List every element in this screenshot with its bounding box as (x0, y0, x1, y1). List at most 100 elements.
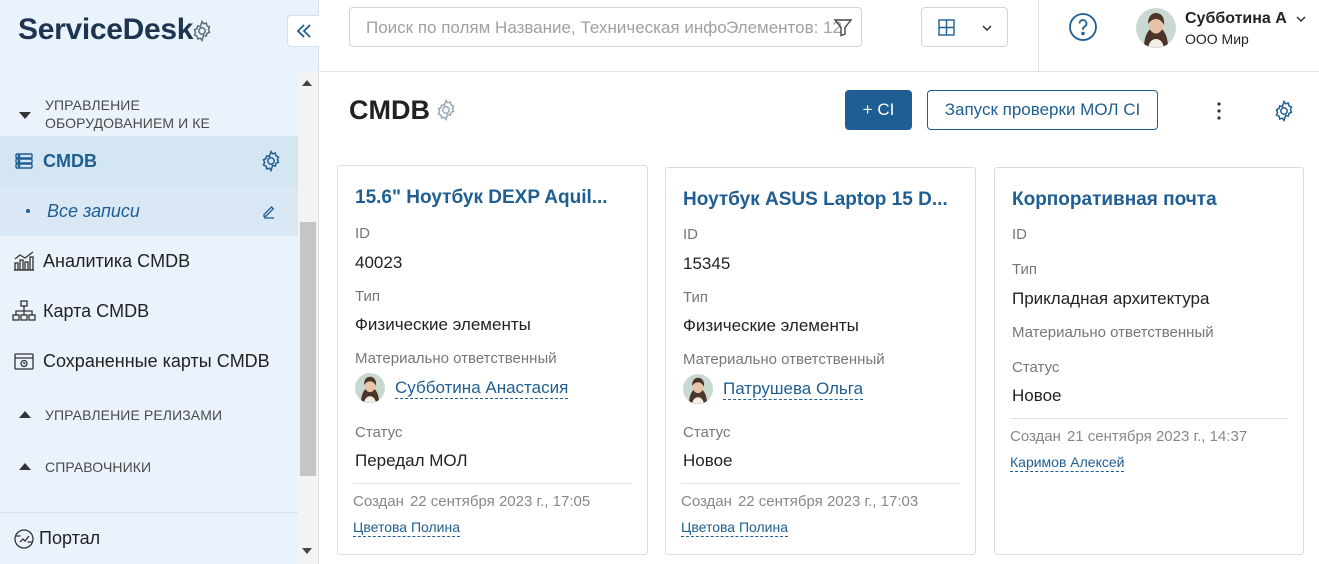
created-info: Создан 22 сентября 2023 г., 17:05 (353, 493, 590, 510)
scroll-up-arrow-icon[interactable] (302, 80, 312, 86)
section-equipment-management[interactable]: УПРАВЛЕНИЕ ОБОРУДОВАНИЕМ И КЕ (0, 96, 298, 136)
card-title[interactable]: Корпоративная почта (1012, 189, 1217, 211)
avatar (683, 374, 713, 404)
collapse-sidebar-button[interactable] (287, 15, 319, 47)
double-chevron-left-icon (296, 24, 311, 38)
ci-card[interactable]: Корпоративная почта ID Тип Прикладная ар… (994, 167, 1304, 555)
sidebar-item-cmdb[interactable]: CMDB (0, 136, 298, 186)
sidebar-item-label: Карта CMDB (43, 300, 150, 321)
section-label: СПРАВОЧНИКИ (45, 459, 152, 475)
view-switch-button[interactable] (921, 7, 1008, 47)
field-label-owner: Материально ответственный (683, 351, 885, 368)
sidebar-item-portal[interactable]: Портал (0, 512, 298, 564)
saved-map-icon (12, 349, 36, 373)
sidebar-item-label: Портал (39, 528, 101, 548)
help-icon[interactable] (1068, 12, 1098, 42)
section-label-line2: ОБОРУДОВАНИЕМ И КЕ (45, 115, 210, 131)
server-icon (12, 149, 36, 173)
divider (353, 483, 632, 484)
field-value-type: Физические элементы (355, 315, 531, 334)
topbar: Поиск по полям Название, Техническая инф… (319, 0, 1319, 72)
field-value-type: Прикладная архитектура (1012, 289, 1210, 308)
caret-down-icon (19, 112, 31, 119)
created-date: 22 сентября 2023 г., 17:05 (409, 493, 591, 510)
created-label: Создан (681, 493, 732, 510)
field-label-type: Тип (683, 289, 709, 306)
sidebar-item-label: Сохраненные карты CMDB (43, 350, 270, 371)
user-org: ООО Мир (1185, 31, 1249, 47)
chevron-down-icon (982, 25, 992, 32)
sidebar-item-label: CMDB (43, 150, 97, 171)
filter-icon[interactable] (832, 16, 854, 38)
created-date: 22 сентября 2023 г., 17:03 (737, 493, 919, 510)
user-name[interactable]: Субботина А (1185, 10, 1287, 28)
hierarchy-icon (12, 299, 36, 323)
field-value-status: Новое (683, 451, 733, 470)
sidebar-item-label: Аналитика CMDB (43, 250, 191, 271)
search-placeholder: Поиск по полям Название, Техническая инф… (366, 18, 726, 37)
add-ci-button[interactable]: + CI (845, 90, 912, 130)
field-label-id: ID (683, 226, 698, 243)
brand-logo[interactable]: ServiceDesk (18, 13, 193, 47)
more-options-icon[interactable] (1210, 99, 1228, 123)
grid-view-icon (938, 19, 955, 36)
brand-row: ServiceDesk (0, 0, 319, 72)
gear-icon[interactable] (434, 98, 458, 122)
field-label-owner: Материально ответственный (355, 350, 557, 367)
section-release-management[interactable]: УПРАВЛЕНИЕ РЕЛИЗАМИ (0, 406, 298, 426)
page-title: CMDB (349, 95, 430, 125)
owner-name-link[interactable]: Субботина Анастасия (395, 378, 569, 399)
creator-link[interactable]: Каримов Алексей (1010, 453, 1125, 472)
field-label-owner: Материально ответственный (1012, 324, 1214, 341)
divider (1010, 418, 1288, 419)
search-input[interactable]: Поиск по полям Название, Техническая инф… (349, 7, 862, 47)
sidebar-item-cmdb-map[interactable]: Карта CMDB (0, 286, 298, 336)
avatar[interactable] (1136, 8, 1176, 48)
sidebar-nav: УПРАВЛЕНИЕ ОБОРУДОВАНИЕМ И КЕ CMDB Все з… (0, 72, 298, 512)
section-directories[interactable]: СПРАВОЧНИКИ (0, 458, 298, 478)
caret-up-icon (19, 411, 31, 418)
owner-person[interactable]: Патрушева Ольга (683, 374, 864, 404)
run-check-button[interactable]: Запуск проверки МОЛ CI (927, 90, 1158, 130)
creator-link[interactable]: Цветова Полина (353, 518, 461, 537)
chevron-down-icon[interactable] (1294, 12, 1308, 26)
search-result-count: Элементов: 12 (726, 18, 842, 37)
field-label-status: Статус (1012, 359, 1060, 376)
section-label-line1: УПРАВЛЕНИЕ (45, 97, 140, 113)
scroll-down-arrow-icon[interactable] (302, 548, 312, 554)
ci-card[interactable]: Ноутбук ASUS Laptop 15 D... ID 15345 Тип… (665, 167, 976, 555)
created-info: Создан 21 сентября 2023 г., 14:37 (1010, 428, 1247, 445)
divider (681, 483, 960, 484)
field-value-id: 15345 (683, 254, 731, 273)
field-value-id: 40023 (355, 253, 403, 272)
caret-up-icon (19, 463, 31, 470)
analytics-icon (12, 249, 36, 273)
field-label-type: Тип (1012, 261, 1038, 278)
created-label: Создан (1010, 428, 1061, 445)
field-label-id: ID (355, 225, 370, 242)
edit-pencil-icon[interactable] (261, 203, 277, 219)
scrollbar-thumb[interactable] (300, 222, 316, 476)
gear-icon[interactable] (259, 149, 283, 173)
created-date: 21 сентября 2023 г., 14:37 (1066, 428, 1248, 445)
sidebar-item-saved-cmdb-maps[interactable]: Сохраненные карты CMDB (0, 336, 298, 386)
created-label: Создан (353, 493, 404, 510)
card-title[interactable]: Ноутбук ASUS Laptop 15 D... (683, 189, 948, 211)
sidebar-item-cmdb-analytics[interactable]: Аналитика CMDB (0, 236, 298, 286)
avatar (355, 373, 385, 403)
owner-person[interactable]: Субботина Анастасия (355, 373, 569, 403)
field-value-status: Передал МОЛ (355, 451, 468, 470)
gear-icon[interactable] (190, 19, 214, 43)
ci-card[interactable]: 15.6" Ноутбук DEXP Aquil... ID 40023 Тип… (337, 165, 648, 555)
sidebar-item-all-records[interactable]: Все записи (0, 186, 298, 236)
creator-link[interactable]: Цветова Полина (681, 518, 789, 537)
card-title[interactable]: 15.6" Ноутбук DEXP Aquil... (355, 187, 608, 209)
gear-icon[interactable] (1272, 99, 1296, 123)
field-value-status: Новое (1012, 386, 1062, 405)
created-info: Создан 22 сентября 2023 г., 17:03 (681, 493, 918, 510)
divider (1038, 0, 1039, 72)
bullet-dot (26, 209, 30, 213)
sidebar: ServiceDesk УПРАВЛЕНИЕ ОБОРУДОВАНИЕМ И К… (0, 0, 319, 564)
field-label-type: Тип (355, 288, 381, 305)
owner-name-link[interactable]: Патрушева Ольга (723, 379, 864, 400)
